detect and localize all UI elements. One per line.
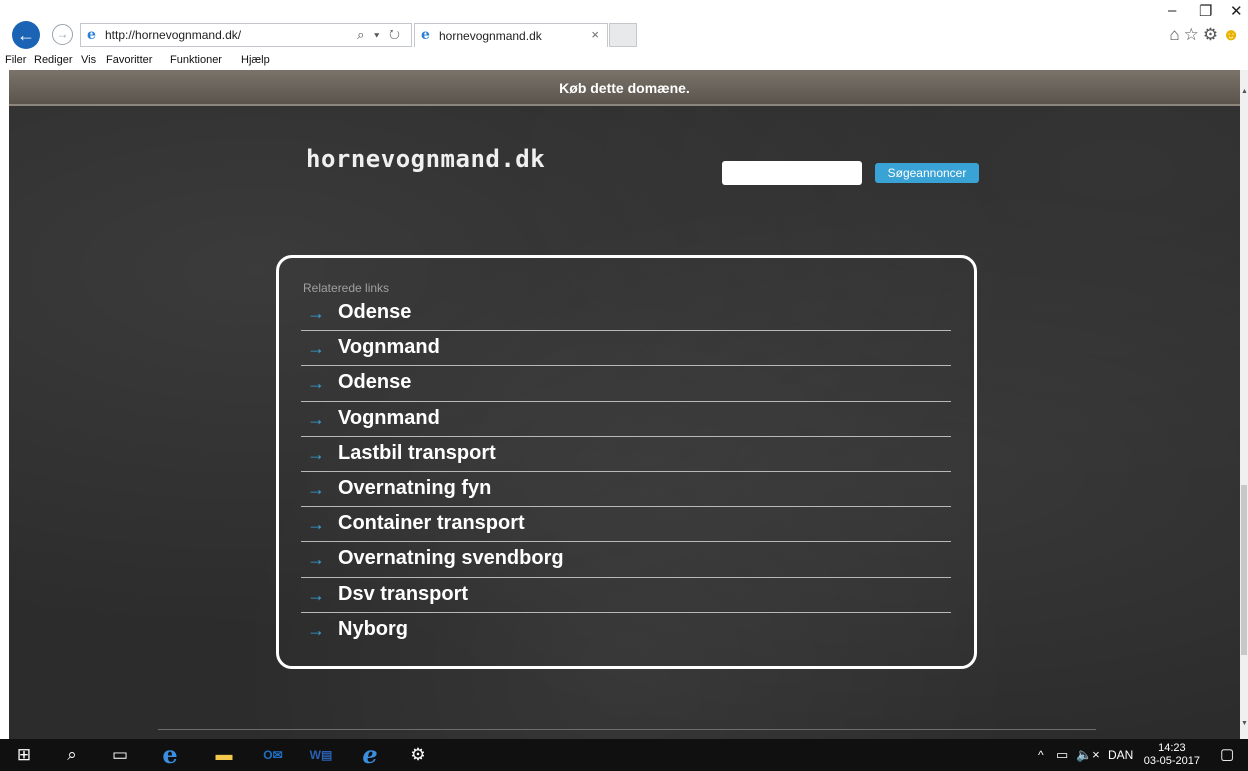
star-icon[interactable]: ☆	[1184, 25, 1203, 44]
related-link-label[interactable]: Odense	[338, 371, 411, 394]
footer-divider	[158, 729, 1096, 730]
arrow-right-icon: →	[307, 619, 325, 640]
arrow-right-icon: →	[307, 549, 325, 570]
site-logo[interactable]: hornevognmand.dk	[306, 145, 545, 173]
related-link-label[interactable]: Overnatning svendborg	[338, 547, 564, 570]
related-link-label[interactable]: Overnatning fyn	[338, 477, 491, 500]
ie-page-icon: e	[87, 27, 96, 43]
volume-muted-icon[interactable]: 🔈×	[1076, 739, 1100, 771]
related-link-item[interactable]: → Nyborg	[301, 613, 951, 648]
related-link-item[interactable]: → Lastbil transport	[301, 437, 951, 472]
scroll-up-icon[interactable]: ▲	[1241, 88, 1248, 95]
scroll-down-icon[interactable]: ▼	[1241, 720, 1248, 727]
browser-chrome: ← → e http://hornevognmand.dk/ ⌕ ▾ ↻ e h…	[0, 0, 1248, 53]
tab-close-icon[interactable]: ×	[591, 27, 599, 42]
menu-hjaelp[interactable]: Hjælp	[241, 54, 270, 66]
edge-icon[interactable]: e	[152, 739, 188, 771]
new-tab-button[interactable]	[609, 23, 637, 47]
scrollbar-thumb[interactable]	[1241, 485, 1247, 655]
clock-time: 14:23	[1158, 742, 1186, 754]
arrow-right-icon: →	[307, 408, 325, 429]
menu-vis[interactable]: Vis	[81, 54, 96, 66]
arrow-right-icon: →	[307, 478, 325, 499]
language-indicator[interactable]: DAN	[1108, 739, 1133, 771]
related-link-item[interactable]: → Vognmand	[301, 402, 951, 437]
related-links-heading: Relaterede links	[303, 281, 390, 295]
related-link-label[interactable]: Container transport	[338, 512, 525, 535]
page-scrollbar[interactable]: ▲ ▼	[1240, 70, 1248, 739]
menu-funktioner[interactable]: Funktioner	[170, 54, 222, 66]
windows-start-icon[interactable]: ⊞	[8, 739, 40, 771]
arrow-right-icon: →	[307, 373, 325, 394]
related-links-box: Relaterede links → Odense → Vognmand → Oden…	[276, 255, 977, 669]
related-link-label[interactable]: Lastbil transport	[338, 442, 496, 465]
notification-center-icon[interactable]: ▢	[1220, 739, 1234, 771]
outlook-icon[interactable]: O✉	[256, 739, 290, 771]
task-view-icon[interactable]: ▭	[104, 739, 136, 771]
network-icon[interactable]: ▭	[1056, 739, 1068, 771]
file-explorer-icon[interactable]: ▬	[208, 739, 240, 771]
arrow-right-icon: →	[307, 443, 325, 464]
menu-bar: Filer Rediger Vis Favoritter Funktioner …	[0, 53, 1248, 70]
windows-taskbar: ⊞ ⌕ ▭ e ▬ O✉ W▤ e ⚙ ^ ▭ 🔈× DAN 14:23 03-…	[0, 739, 1248, 771]
forward-button[interactable]: →	[52, 24, 73, 45]
arrow-right-icon: →	[307, 338, 325, 359]
smiley-icon[interactable]: ☻	[1222, 25, 1244, 44]
search-input[interactable]	[722, 161, 862, 185]
home-icon[interactable]: ⌂	[1169, 25, 1183, 44]
internet-explorer-icon[interactable]: e	[352, 739, 388, 771]
tab-hornevognmand[interactable]: e hornevognmand.dk ×	[414, 23, 608, 47]
word-icon[interactable]: W▤	[304, 739, 338, 771]
related-link-item[interactable]: → Overnatning fyn	[301, 472, 951, 508]
related-link-item[interactable]: → Odense	[301, 366, 951, 402]
related-link-item[interactable]: → Overnatning svendborg	[301, 542, 951, 578]
ie-tab-icon: e	[421, 27, 430, 43]
related-link-item[interactable]: → Vognmand	[301, 331, 951, 367]
gear-icon[interactable]: ⚙	[1203, 25, 1222, 44]
close-window-icon[interactable]: ✕	[1230, 2, 1243, 20]
browser-toolbar-icons: ⌂☆⚙☻	[1169, 25, 1244, 45]
search-icon[interactable]: ⌕	[56, 739, 88, 771]
related-link-label[interactable]: Odense	[338, 301, 411, 324]
related-link-item[interactable]: → Odense	[301, 296, 951, 332]
search-refresh-icon[interactable]: ⌕ ▾ ↻	[357, 27, 403, 43]
tray-chevron-icon[interactable]: ^	[1038, 739, 1044, 771]
menu-filer[interactable]: Filer	[5, 54, 26, 66]
restore-icon[interactable]: ❐	[1199, 2, 1212, 20]
related-link-label[interactable]: Dsv transport	[338, 583, 468, 606]
web-page: Køb dette domæne. hornevognmand.dk Søgea…	[9, 70, 1240, 739]
settings-gear-icon[interactable]: ⚙	[402, 739, 434, 771]
clock[interactable]: 14:23 03-05-2017	[1144, 742, 1200, 768]
menu-favoritter[interactable]: Favoritter	[106, 54, 152, 66]
arrow-right-icon: →	[307, 584, 325, 605]
related-link-item[interactable]: → Container transport	[301, 507, 951, 543]
address-bar[interactable]: e http://hornevognmand.dk/ ⌕ ▾ ↻	[80, 23, 412, 47]
menu-rediger[interactable]: Rediger	[34, 54, 73, 66]
back-button[interactable]: ←	[12, 21, 40, 49]
arrow-right-icon: →	[307, 303, 325, 323]
clock-date: 03-05-2017	[1143, 755, 1200, 767]
search-button[interactable]: Søgeannoncer	[875, 163, 979, 183]
related-link-item[interactable]: → Dsv transport	[301, 578, 951, 613]
related-link-label[interactable]: Vognmand	[338, 407, 440, 430]
buy-domain-banner[interactable]: Køb dette domæne.	[9, 70, 1240, 106]
related-link-label[interactable]: Nyborg	[338, 618, 408, 641]
related-links-list: → Odense → Vognmand → Odense → Vognmand → Las…	[301, 296, 951, 648]
related-link-label[interactable]: Vognmand	[338, 336, 440, 359]
tab-title: hornevognmand.dk	[439, 29, 542, 43]
arrow-right-icon: →	[307, 514, 325, 535]
minimize-icon[interactable]: –	[1168, 2, 1176, 19]
address-url[interactable]: http://hornevognmand.dk/	[105, 28, 241, 42]
